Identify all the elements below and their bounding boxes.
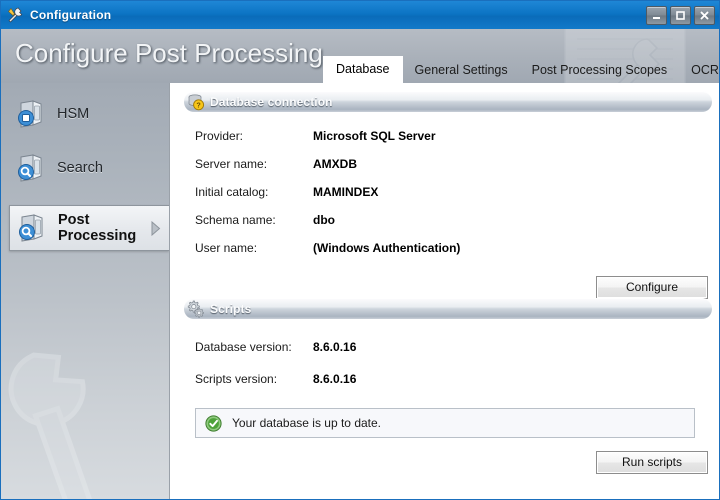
- minimize-button[interactable]: [646, 6, 667, 25]
- field-label: Schema name:: [195, 213, 276, 227]
- field-row: User name: (Windows Authentication): [170, 234, 720, 262]
- group-header-scripts: Scripts: [184, 298, 712, 319]
- field-value: (Windows Authentication): [313, 241, 461, 255]
- field-label: Scripts version:: [195, 372, 278, 386]
- tools-icon: [6, 6, 24, 24]
- database-connection-fields: Provider: Microsoft SQL Server Server na…: [170, 122, 720, 262]
- sidebar-item-label: HSM: [57, 106, 90, 122]
- server-search-icon: [15, 152, 47, 184]
- field-row: Provider: Microsoft SQL Server: [170, 122, 720, 150]
- field-row: Database version: 8.6.0.16: [170, 331, 720, 363]
- sidebar-item-post-processing[interactable]: Post Processing: [9, 205, 169, 251]
- field-label: Database version:: [195, 340, 292, 354]
- field-value: 8.6.0.16: [313, 372, 357, 386]
- field-row: Schema name: dbo: [170, 206, 720, 234]
- field-value: 8.6.0.16: [313, 340, 357, 354]
- field-value: MAMINDEX: [313, 185, 379, 199]
- run-scripts-button[interactable]: Run scripts: [596, 451, 708, 474]
- field-label: User name:: [195, 241, 258, 255]
- sidebar: HSM Search Post Processing: [1, 83, 169, 499]
- status-message-text: Your database is up to date.: [232, 416, 382, 430]
- field-value: dbo: [313, 213, 335, 227]
- title-bar: Configuration: [1, 1, 719, 29]
- window-controls: [646, 6, 715, 25]
- run-scripts-button-row: Run scripts: [170, 451, 720, 474]
- configure-button-row: Configure: [170, 276, 720, 299]
- group-header-database-connection: ? Database connection: [184, 91, 712, 112]
- group-title: Scripts: [210, 301, 252, 316]
- configuration-window: Configuration Configure Post Processing …: [0, 0, 720, 500]
- content-panel: ? Database connection Provider: Microsof…: [169, 83, 719, 499]
- scripts-fields: Database version: 8.6.0.16 Scripts versi…: [170, 331, 720, 395]
- status-message-box: Your database is up to date.: [195, 408, 695, 438]
- window-title: Configuration: [30, 8, 112, 22]
- field-label: Server name:: [195, 157, 268, 171]
- tab-ocr-engine[interactable]: OCR Engine: [679, 57, 720, 83]
- wrench-watermark: [1, 315, 169, 499]
- database-connection-group: ? Database connection Provider: Microsof…: [170, 91, 720, 299]
- field-row: Initial catalog: MAMINDEX: [170, 178, 720, 206]
- server-search-icon: [16, 212, 48, 244]
- field-value: AMXDB: [313, 157, 357, 171]
- sidebar-item-search[interactable]: Search: [1, 145, 169, 191]
- tab-bar: Database General Settings Post Processin…: [323, 56, 720, 83]
- sidebar-item-label: Search: [57, 160, 103, 176]
- close-button[interactable]: [694, 6, 715, 25]
- database-help-icon: ?: [187, 93, 205, 111]
- field-row: Server name: AMXDB: [170, 150, 720, 178]
- field-label: Provider:: [195, 129, 244, 143]
- success-check-icon: [205, 414, 222, 432]
- tab-database[interactable]: Database: [323, 56, 403, 83]
- field-value: Microsoft SQL Server: [313, 129, 436, 143]
- maximize-button[interactable]: [670, 6, 691, 25]
- field-label: Initial catalog:: [195, 185, 269, 199]
- configure-button[interactable]: Configure: [596, 276, 708, 299]
- gears-icon: [187, 300, 205, 318]
- group-title: Database connection: [210, 94, 333, 109]
- field-row: Scripts version: 8.6.0.16: [170, 363, 720, 395]
- scripts-group: Scripts Database version: 8.6.0.16 Scrip…: [170, 298, 720, 474]
- page-title: Configure Post Processing: [15, 38, 323, 68]
- tab-post-processing-scopes[interactable]: Post Processing Scopes: [520, 57, 680, 83]
- server-monitor-icon: [15, 98, 47, 130]
- svg-text:?: ?: [196, 100, 200, 109]
- tab-general-settings[interactable]: General Settings: [403, 57, 520, 83]
- sidebar-item-hsm[interactable]: HSM: [1, 91, 169, 137]
- chevron-right-icon: [150, 220, 161, 239]
